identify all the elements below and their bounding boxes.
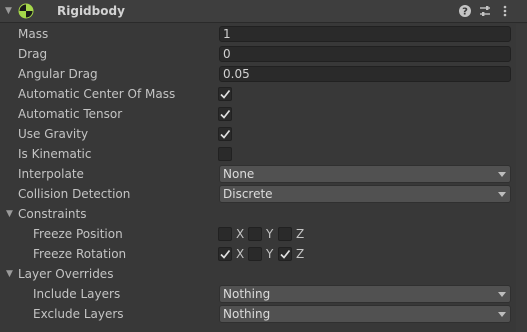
axis-y-label: Y — [266, 227, 274, 241]
layer-overrides-foldout[interactable]: ▼ Layer Overrides — [0, 264, 527, 284]
freeze-rotation-row: Freeze Rotation X Y Z — [0, 244, 527, 264]
auto-tensor-row: Automatic Tensor — [0, 104, 527, 124]
auto-center-of-mass-row: Automatic Center Of Mass — [0, 84, 527, 104]
include-layers-value: Nothing — [223, 287, 271, 301]
use-gravity-checkbox[interactable] — [218, 127, 232, 141]
constraints-foldout[interactable]: ▼ Constraints — [0, 204, 527, 224]
scrollbar[interactable] — [516, 24, 527, 332]
help-icon[interactable]: ? — [458, 4, 472, 18]
exclude-layers-row: Exclude Layers Nothing — [0, 304, 527, 324]
chevron-down-icon — [498, 192, 506, 197]
checkmark-icon — [220, 249, 231, 259]
kebab-menu-icon[interactable] — [498, 4, 512, 18]
foldout-arrow-icon[interactable]: ▼ — [5, 0, 12, 22]
angular-drag-row: Angular Drag 0.05 — [0, 64, 527, 84]
rigidbody-icon — [18, 3, 34, 19]
freeze-rotation-x-checkbox[interactable] — [218, 247, 232, 261]
collision-detection-dropdown[interactable]: Discrete — [219, 185, 511, 203]
exclude-layers-dropdown[interactable]: Nothing — [219, 305, 511, 323]
checkmark-icon — [220, 109, 231, 119]
is-kinematic-checkbox[interactable] — [218, 147, 232, 161]
chevron-down-icon — [498, 312, 506, 317]
axis-z-label: Z — [296, 227, 305, 241]
freeze-rotation-y-checkbox[interactable] — [248, 247, 262, 261]
mass-field[interactable]: 1 — [219, 26, 511, 42]
interpolate-label: Interpolate — [18, 167, 84, 181]
preset-icon[interactable] — [478, 4, 492, 18]
freeze-position-row: Freeze Position X Y Z — [0, 224, 527, 244]
angular-drag-field[interactable]: 0.05 — [219, 66, 511, 82]
auto-tensor-label: Automatic Tensor — [18, 107, 123, 121]
axis-x-label: X — [236, 247, 245, 261]
svg-text:?: ? — [462, 7, 468, 18]
is-kinematic-label: Is Kinematic — [18, 147, 92, 161]
angular-drag-label: Angular Drag — [18, 67, 98, 81]
foldout-arrow-icon[interactable]: ▼ — [6, 204, 13, 224]
freeze-position-y-checkbox[interactable] — [248, 227, 262, 241]
checkmark-icon — [220, 89, 231, 99]
auto-tensor-checkbox[interactable] — [218, 107, 232, 121]
exclude-layers-value: Nothing — [223, 307, 271, 321]
is-kinematic-row: Is Kinematic — [0, 144, 527, 164]
foldout-arrow-icon[interactable]: ▼ — [6, 264, 13, 284]
chevron-down-icon — [498, 172, 506, 177]
layer-overrides-label: Layer Overrides — [18, 267, 114, 281]
collision-detection-row: Collision Detection Discrete — [0, 184, 527, 204]
mass-label: Mass — [18, 27, 49, 41]
auto-center-of-mass-label: Automatic Center Of Mass — [18, 87, 176, 101]
use-gravity-label: Use Gravity — [18, 127, 89, 141]
auto-center-of-mass-checkbox[interactable] — [218, 87, 232, 101]
use-gravity-row: Use Gravity — [0, 124, 527, 144]
chevron-down-icon — [498, 292, 506, 297]
constraints-label: Constraints — [18, 207, 87, 221]
axis-z-label: Z — [296, 247, 305, 261]
include-layers-label: Include Layers — [33, 287, 121, 301]
mass-row: Mass 1 — [0, 24, 527, 44]
exclude-layers-label: Exclude Layers — [33, 307, 124, 321]
axis-x-label: X — [236, 227, 245, 241]
drag-row: Drag 0 — [0, 44, 527, 64]
axis-y-label: Y — [266, 247, 274, 261]
include-layers-dropdown[interactable]: Nothing — [219, 285, 511, 303]
freeze-rotation-z-checkbox[interactable] — [278, 247, 292, 261]
component-title: Rigidbody — [57, 4, 125, 18]
component-header[interactable]: ▼ Rigidbody ? — [0, 0, 527, 23]
freeze-position-x-checkbox[interactable] — [218, 227, 232, 241]
interpolate-value: None — [223, 167, 255, 181]
freeze-rotation-label: Freeze Rotation — [33, 247, 127, 261]
checkmark-icon — [220, 129, 231, 139]
interpolate-row: Interpolate None — [0, 164, 527, 184]
include-layers-row: Include Layers Nothing — [0, 284, 527, 304]
checkmark-icon — [280, 249, 291, 259]
freeze-position-label: Freeze Position — [33, 227, 123, 241]
freeze-position-z-checkbox[interactable] — [278, 227, 292, 241]
drag-field[interactable]: 0 — [219, 46, 511, 62]
collision-detection-value: Discrete — [223, 187, 273, 201]
collision-detection-label: Collision Detection — [18, 187, 131, 201]
drag-label: Drag — [18, 47, 48, 61]
interpolate-dropdown[interactable]: None — [219, 165, 511, 183]
